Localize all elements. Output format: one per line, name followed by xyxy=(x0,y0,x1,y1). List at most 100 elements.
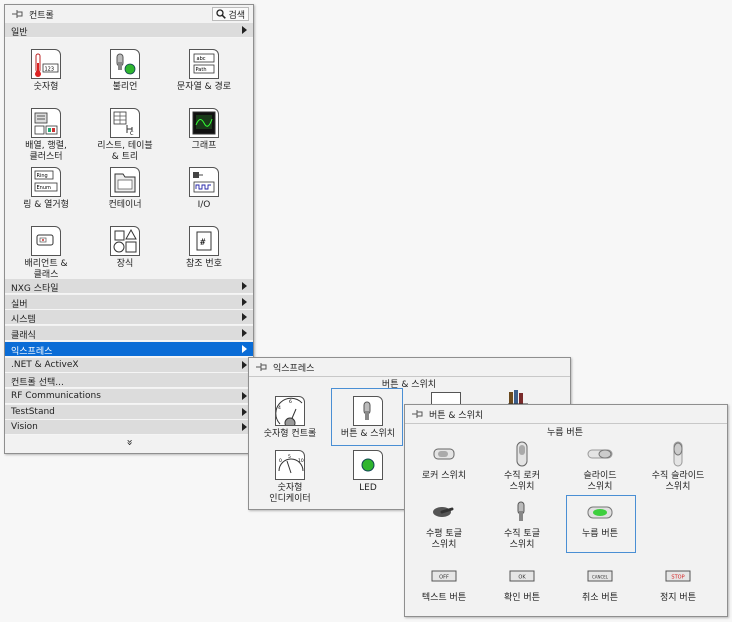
category-label: 실버 xyxy=(11,299,28,310)
search-button[interactable]: 검색 xyxy=(212,7,249,21)
pin-icon[interactable] xyxy=(411,409,423,419)
category-item[interactable]: NXG 스타일 xyxy=(5,279,253,294)
array-matrix-cluster-icon xyxy=(31,108,61,138)
svg-text:CANCEL: CANCEL xyxy=(592,575,609,580)
expand-more-icon[interactable]: » xyxy=(124,438,137,448)
palette-item[interactable]: OFF 텍스트 버튼 xyxy=(404,561,484,604)
svg-text:Enum: Enum xyxy=(37,185,51,191)
palette-item-label: LED xyxy=(359,483,377,493)
submenu-arrow-icon xyxy=(242,297,247,306)
palette-item-label: 장식 xyxy=(116,259,134,269)
palette-item-label: 수직 로커 스위치 xyxy=(504,471,540,492)
palette-item-label: 배리언트 & 클래스 xyxy=(24,259,68,280)
palette-item[interactable]: 123 숫자형 xyxy=(6,49,86,93)
pin-icon[interactable] xyxy=(255,362,267,372)
palette-item[interactable]: 그래프 xyxy=(164,108,244,152)
category-item[interactable]: 실버 xyxy=(5,294,253,310)
numeric-icon: 123 xyxy=(31,49,61,79)
palette-item[interactable]: 불리언 xyxy=(85,49,165,93)
palette-item[interactable]: CANCEL 취소 버튼 xyxy=(560,561,640,604)
refnum-icon: # xyxy=(189,226,219,256)
palette-item[interactable]: STOP 정지 버튼 xyxy=(638,561,718,604)
palette-item-label: 수직 토글 스위치 xyxy=(504,529,540,550)
palette-item[interactable]: 슬라이드 스위치 xyxy=(560,439,640,493)
palette-item[interactable]: # 참조 번호 xyxy=(164,226,244,270)
category-item[interactable]: .NET & ActiveX xyxy=(5,357,253,373)
stop-button-icon: STOP xyxy=(658,561,698,591)
palette-item[interactable]: abc Path 문자열 & 경로 xyxy=(164,49,244,93)
category-general[interactable]: 일반 xyxy=(5,23,253,38)
controls-palette-titlebar[interactable]: 컨트롤 검색 xyxy=(5,5,253,24)
svg-text:Path: Path xyxy=(196,67,207,73)
category-item[interactable]: 컨트롤 선택... xyxy=(5,373,253,389)
vertical-rocker-switch-icon xyxy=(502,439,542,469)
boolean-icon xyxy=(110,49,140,79)
category-item[interactable]: TestStand xyxy=(5,404,253,420)
container-icon xyxy=(110,167,140,197)
palette-item[interactable]: 장식 xyxy=(85,226,165,270)
ok-button-icon: OK xyxy=(502,561,542,591)
palette-item-label: 누름 버튼 xyxy=(582,529,618,539)
category-label: TestStand xyxy=(11,406,55,417)
palette-item[interactable]: 4 6 숫자형 컨트롤 xyxy=(254,396,326,440)
numeric-control-icon: 46 xyxy=(275,396,305,426)
horizontal-toggle-switch-icon xyxy=(424,497,464,527)
palette-item-label: 로커 스위치 xyxy=(421,471,467,481)
buttons-switches-icon xyxy=(353,396,383,426)
list-table-tree-icon: C xyxy=(110,108,140,138)
pin-icon[interactable] xyxy=(11,9,23,19)
palette-title: 컨트롤 xyxy=(29,11,54,21)
submenu-arrow-icon xyxy=(242,313,247,322)
palette-item-label: 수직 슬라이드 스위치 xyxy=(651,471,705,492)
category-label: 클래식 xyxy=(11,331,36,342)
palette-item[interactable]: 수평 토글 스위치 xyxy=(404,497,484,551)
buttons-palette-title: 버튼 & 스위치 xyxy=(429,411,484,421)
palette-item-label: 숫자형 인디케이터 xyxy=(269,483,311,504)
palette-item[interactable]: I/O xyxy=(164,167,244,211)
palette-item[interactable]: 0 5 10 숫자형 인디케이터 xyxy=(254,450,326,505)
ring-enum-icon: Ring Enum xyxy=(31,167,61,197)
palette-item-label: 불리언 xyxy=(112,82,138,92)
svg-text:STOP: STOP xyxy=(671,575,684,581)
palette-item-label: 정지 버튼 xyxy=(660,593,696,603)
palette-item[interactable]: 수직 로커 스위치 xyxy=(482,439,562,493)
palette-item-label: 문자열 & 경로 xyxy=(176,82,232,92)
svg-text:OFF: OFF xyxy=(439,575,449,581)
svg-text:#: # xyxy=(200,238,206,248)
category-label: NXG 스타일 xyxy=(11,284,59,294)
express-palette-titlebar[interactable]: 익스프레스 xyxy=(249,358,570,377)
palette-item[interactable]: 컨테이너 xyxy=(85,167,165,211)
category-label: 시스템 xyxy=(11,315,36,326)
led-icon xyxy=(353,450,383,480)
submenu-arrow-icon xyxy=(242,26,247,34)
palette-item-label: 링 & 열거형 xyxy=(23,200,69,210)
palette-item[interactable]: 수직 슬라이드 스위치 xyxy=(638,439,718,493)
palette-item[interactable]: LED xyxy=(332,450,404,494)
palette-item[interactable]: Ring Enum 링 & 열거형 xyxy=(6,167,86,211)
decorations-icon xyxy=(110,226,140,256)
category-item[interactable]: 시스템 xyxy=(5,310,253,326)
palette-item[interactable]: 로커 스위치 xyxy=(404,439,484,482)
palette-item[interactable]: 버튼 & 스위치 xyxy=(332,396,404,440)
hover-caption: 누름 버튼 xyxy=(547,428,583,438)
category-item[interactable]: 익스프레스 xyxy=(5,341,253,357)
rocker-switch-icon xyxy=(424,439,464,469)
category-item[interactable]: RF Communications xyxy=(5,388,253,404)
svg-text:C: C xyxy=(130,131,134,137)
palette-item[interactable]: 수직 토글 스위치 xyxy=(482,497,562,551)
palette-item[interactable]: 배리언트 & 클래스 xyxy=(6,226,86,281)
palette-item[interactable]: 배열, 행렬, 클러스터 xyxy=(6,108,86,163)
category-item[interactable]: 클래식 xyxy=(5,326,253,342)
category-label: 익스프레스 xyxy=(11,346,53,357)
palette-item-label: 그래프 xyxy=(191,141,217,151)
category-item[interactable]: Vision xyxy=(5,420,253,436)
palette-item[interactable]: 누름 버튼 xyxy=(560,497,640,540)
palette-item[interactable]: C 리스트, 테이블 & 트리 xyxy=(85,108,165,163)
category-general-label: 일반 xyxy=(11,28,28,38)
palette-item-label: I/O xyxy=(197,200,211,210)
svg-text:OK: OK xyxy=(518,575,526,581)
buttons-palette-titlebar[interactable]: 버튼 & 스위치 xyxy=(405,405,727,424)
slide-switch-icon xyxy=(580,439,620,469)
palette-item-label: 텍스트 버튼 xyxy=(421,593,467,603)
palette-item[interactable]: OK 확인 버튼 xyxy=(482,561,562,604)
